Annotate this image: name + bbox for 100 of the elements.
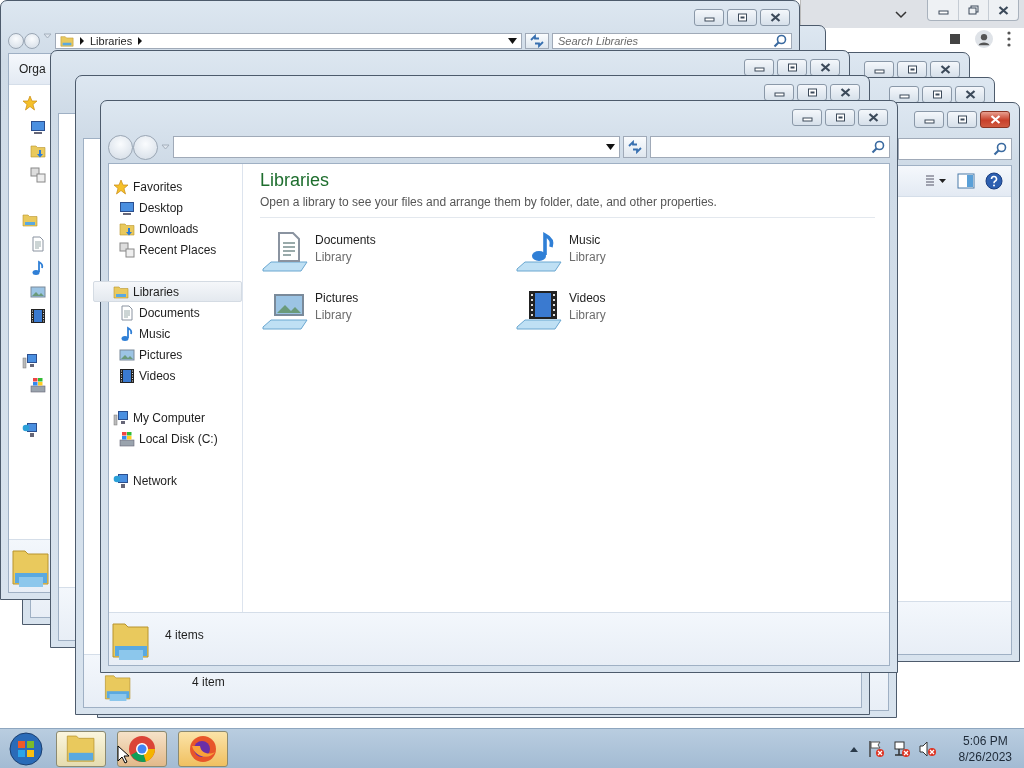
maximize-icon xyxy=(786,63,798,72)
maximize-button[interactable] xyxy=(947,111,977,128)
square-icon[interactable] xyxy=(949,33,961,45)
address-field[interactable] xyxy=(173,136,620,158)
view-options-icon[interactable] xyxy=(925,174,947,188)
film-icon xyxy=(30,308,46,324)
recent-places-icon xyxy=(119,241,135,258)
preview-pane-icon[interactable] xyxy=(957,172,975,190)
computer-icon xyxy=(22,353,38,369)
sidebar-item[interactable]: My Computer xyxy=(93,407,242,428)
status-text: 4 items xyxy=(165,627,204,642)
clock-time: 5:06 PM xyxy=(962,732,1008,749)
maximize-icon xyxy=(736,13,748,22)
close-icon xyxy=(939,65,951,74)
speaker-muted-icon[interactable] xyxy=(918,739,937,758)
close-button[interactable] xyxy=(760,9,790,26)
sidebar-item[interactable]: Desktop xyxy=(93,197,242,218)
maximize-icon xyxy=(834,113,846,122)
picture-icon xyxy=(119,346,135,363)
sidebar-item[interactable]: Videos xyxy=(93,365,242,386)
sidebar-item[interactable]: Recent Places xyxy=(93,239,242,260)
document-icon xyxy=(119,304,135,321)
browser-icon xyxy=(127,733,157,764)
sidebar-item[interactable]: Libraries xyxy=(93,281,242,302)
refresh-button[interactable] xyxy=(623,136,647,158)
folder-icon xyxy=(11,547,51,589)
browser-taskbar-button[interactable] xyxy=(178,730,228,767)
library-icon xyxy=(22,212,38,228)
chevron-down-icon[interactable] xyxy=(895,11,907,19)
search-field[interactable]: Search Libraries xyxy=(552,33,792,49)
maximize-button[interactable] xyxy=(727,9,757,26)
search-field[interactable] xyxy=(650,136,890,158)
sidebar-item[interactable]: Local Disk (C:) xyxy=(93,428,242,449)
close-icon xyxy=(998,5,1009,15)
help-icon[interactable] xyxy=(985,172,1003,190)
search-icon xyxy=(773,34,787,48)
sidebar-item[interactable]: Documents xyxy=(93,302,242,323)
dropdown-caret-icon[interactable] xyxy=(606,144,615,150)
sidebar-item[interactable]: Music xyxy=(93,323,242,344)
breadcrumb[interactable]: Libraries xyxy=(90,35,133,47)
library-item[interactable]: Videos Library xyxy=(514,286,768,336)
refresh-button[interactable] xyxy=(525,33,549,49)
chevron-right-icon[interactable] xyxy=(137,37,144,45)
profile-icon[interactable] xyxy=(975,30,993,48)
dropdown-caret-icon[interactable] xyxy=(508,38,517,44)
close-icon xyxy=(819,63,831,72)
more-icon[interactable] xyxy=(1007,31,1011,47)
star-icon xyxy=(22,95,38,111)
search-icon xyxy=(993,142,1007,156)
recent-places-icon xyxy=(30,167,46,183)
cursor-icon xyxy=(117,745,129,764)
restore-icon xyxy=(968,5,979,15)
maximize-icon xyxy=(956,115,968,124)
sidebar-item[interactable]: Downloads xyxy=(93,218,242,239)
library-item[interactable]: Pictures Library xyxy=(260,286,514,336)
library-item[interactable]: Documents Library xyxy=(260,228,514,278)
close-button[interactable] xyxy=(980,111,1010,128)
close-icon xyxy=(769,13,781,22)
status-text: 4 item xyxy=(192,674,225,689)
network-icon xyxy=(22,422,38,438)
library-icon xyxy=(60,34,74,48)
maximize-icon xyxy=(806,88,818,97)
refresh-icon xyxy=(529,34,545,48)
downloads-folder-icon xyxy=(30,143,46,159)
network-icon[interactable] xyxy=(892,739,911,758)
star-icon xyxy=(113,178,129,195)
maximize-icon xyxy=(931,90,943,99)
document-icon xyxy=(30,236,46,252)
library-icon xyxy=(113,283,129,300)
library-item[interactable]: Music Library xyxy=(514,228,768,278)
drive-icon xyxy=(30,377,46,393)
music-note-icon xyxy=(119,325,135,342)
picture-icon xyxy=(30,284,46,300)
maximize-button[interactable] xyxy=(825,109,855,126)
clock-date: 8/26/2023 xyxy=(958,748,1012,765)
browser-icon xyxy=(188,733,218,764)
close-button[interactable] xyxy=(858,109,888,126)
sidebar-item[interactable]: Favorites xyxy=(93,176,242,197)
flag-icon[interactable] xyxy=(866,739,885,758)
close-icon xyxy=(867,113,879,122)
chevron-right-icon[interactable] xyxy=(79,37,85,45)
close-icon xyxy=(839,88,851,97)
organize-button[interactable]: Orga xyxy=(9,58,50,80)
computer-icon xyxy=(113,409,129,426)
sidebar-item[interactable]: Pictures xyxy=(93,344,242,365)
maximize-icon xyxy=(906,65,918,74)
network-icon xyxy=(113,472,129,489)
music-note-icon xyxy=(30,260,46,276)
close-icon xyxy=(964,90,976,99)
sidebar-item[interactable]: Network xyxy=(93,470,242,491)
explorer-taskbar-button[interactable] xyxy=(56,730,106,767)
address-field[interactable]: Libraries xyxy=(55,33,522,49)
drive-icon xyxy=(119,430,135,447)
search-field[interactable] xyxy=(898,138,1012,160)
folder-icon xyxy=(111,620,151,662)
film-icon xyxy=(119,367,135,384)
folder-icon xyxy=(64,732,98,765)
minimize-button[interactable] xyxy=(864,61,894,78)
monitor-icon xyxy=(30,119,46,135)
search-icon xyxy=(871,140,885,154)
